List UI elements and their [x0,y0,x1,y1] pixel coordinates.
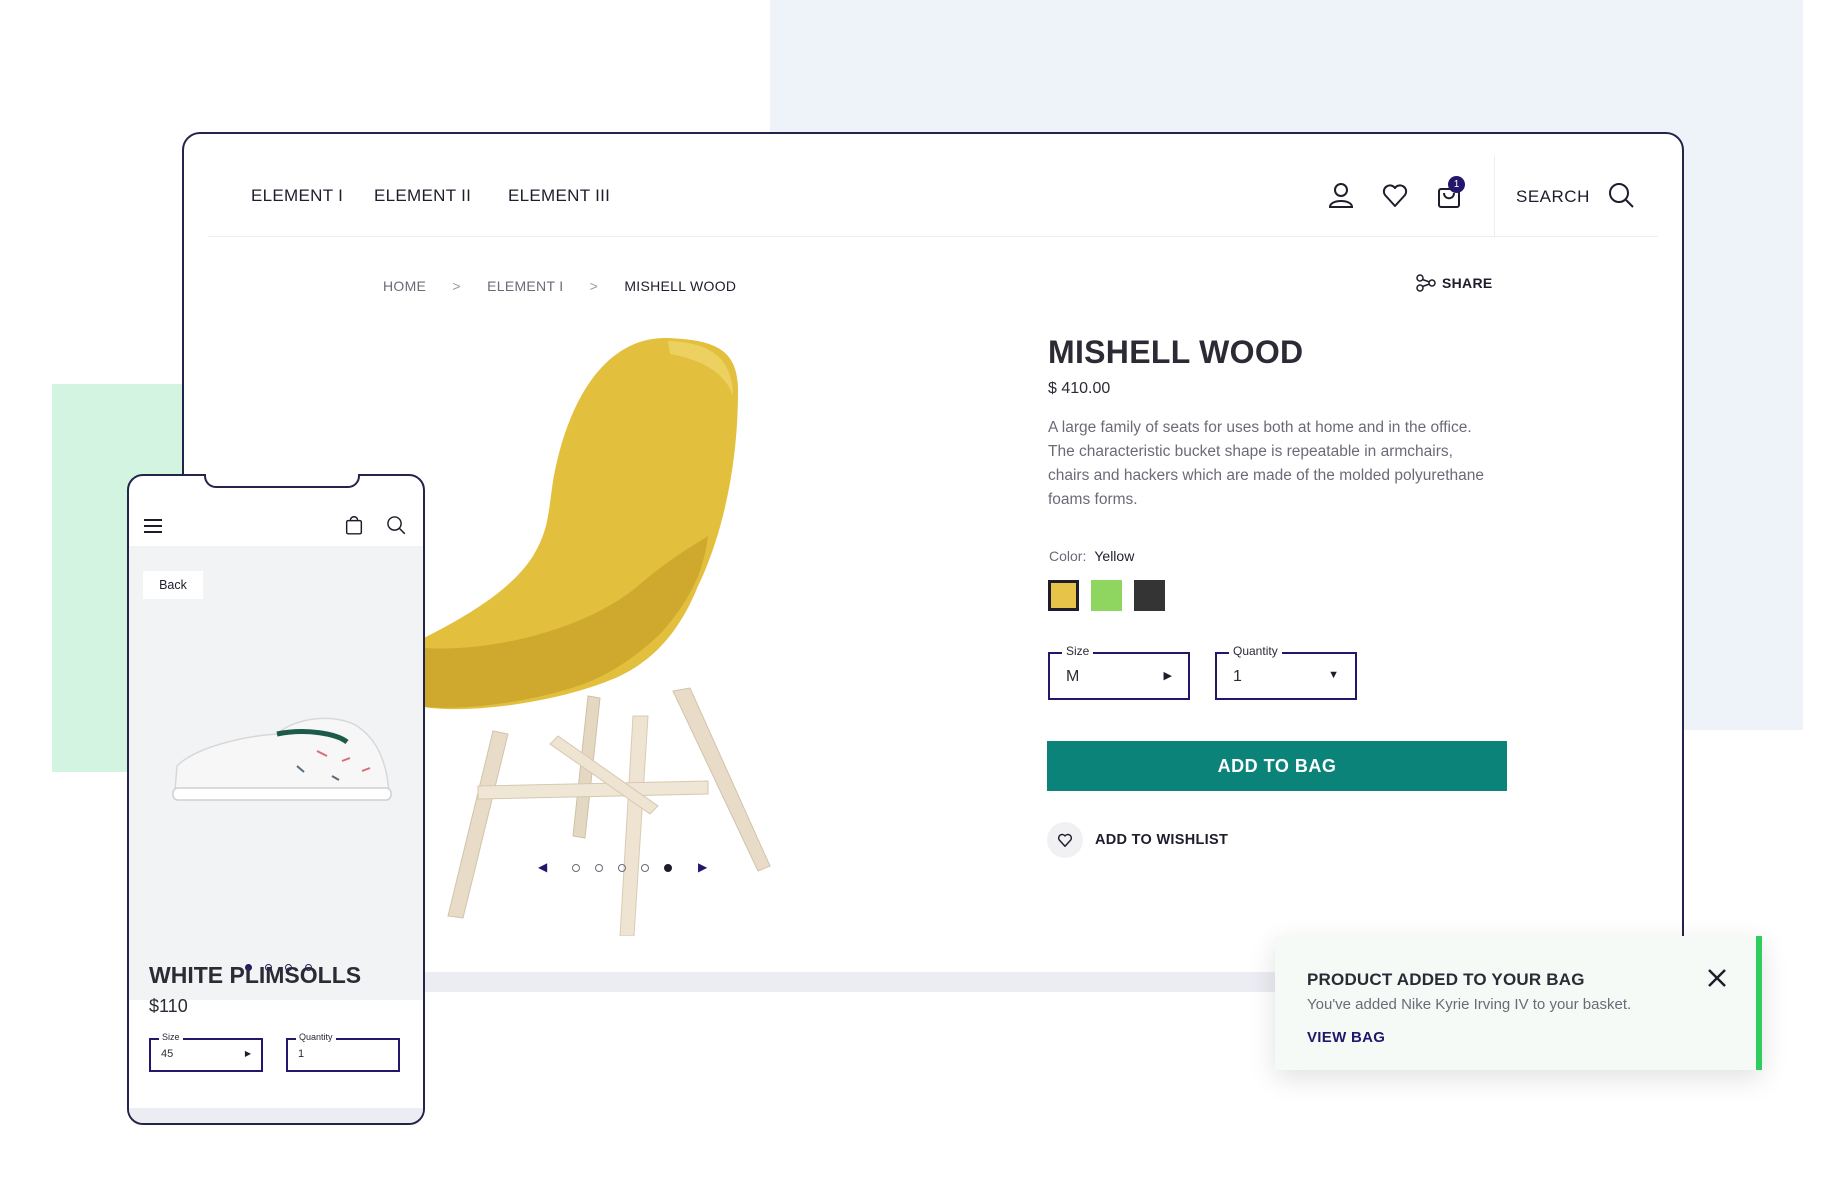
carousel-dot[interactable] [595,864,603,872]
breadcrumb-separator: > [452,278,461,294]
caret-right-icon: ▶ [1163,670,1172,682]
color-swatch-yellow[interactable] [1048,580,1079,611]
carousel-dot[interactable] [572,864,580,872]
search-icon[interactable] [385,514,407,536]
view-bag-link[interactable]: VIEW BAG [1307,1029,1385,1046]
nav-item-element-1[interactable]: ELEMENT I [251,186,343,206]
quantity-label: Quantity [1229,644,1282,658]
toast-message: You've added Nike Kyrie Irving IV to you… [1307,996,1632,1013]
color-selection-label: Color: Yellow [1049,548,1134,564]
mobile-size-select[interactable]: Size 45 ▶ [149,1032,263,1072]
size-value: M [1066,668,1080,685]
toast-success-bar [1756,936,1762,1070]
breadcrumb-home[interactable]: HOME [383,278,426,294]
add-to-bag-button[interactable]: ADD TO BAG [1047,741,1507,791]
search-icon[interactable] [1606,180,1636,210]
share-label: SHARE [1442,275,1493,291]
mobile-quantity-value: 1 [298,1048,305,1060]
breadcrumb-element-1[interactable]: ELEMENT I [487,278,563,294]
mobile-size-label: Size [159,1032,183,1042]
image-carousel-controls: ◀ ▶ [538,858,778,880]
chevron-down-icon: ▼ [1328,669,1339,681]
bag-icon[interactable] [343,514,365,536]
back-button[interactable]: Back [143,571,203,599]
hamburger-menu-icon[interactable] [143,518,163,534]
nav-item-element-3[interactable]: ELEMENT III [508,186,610,206]
carousel-next-arrow[interactable]: ▶ [698,860,707,874]
nav-divider [1494,156,1495,236]
mobile-size-value: 45 [161,1048,174,1060]
toast-title: PRODUCT ADDED TO YOUR BAG [1307,970,1585,989]
search-label[interactable]: SEARCH [1516,187,1590,207]
carousel-dot[interactable] [618,864,626,872]
user-icon[interactable] [1326,180,1356,210]
quantity-select[interactable]: Quantity 1 ▼ [1215,644,1357,700]
close-icon[interactable] [1705,966,1729,990]
mobile-product-image-area: Back [129,546,423,1000]
added-to-bag-toast: PRODUCT ADDED TO YOUR BAG You've added N… [1275,936,1762,1070]
cart-count-badge: 1 [1448,176,1465,193]
size-select[interactable]: Size M ▶ [1048,644,1190,700]
mobile-phone-frame: Back WHITE PLIMSOLLS $110 Size 45 ▶ Quan… [127,474,425,1125]
carousel-dot[interactable] [641,864,649,872]
product-description: A large family of seats for uses both at… [1048,419,1484,508]
top-navigation: ELEMENT I ELEMENT II ELEMENT III 1 SEARC… [208,156,1658,237]
share-icon [1416,274,1436,292]
color-label: Color: [1049,548,1087,564]
heart-icon[interactable] [1380,180,1410,210]
carousel-dot-active[interactable] [664,864,672,872]
mobile-bottom-bar [129,1108,423,1123]
mobile-quantity-label: Quantity [296,1032,336,1042]
white-plimsoll-image [172,717,392,801]
product-title: MISHELL WOOD [1048,334,1304,370]
wishlist-icon-circle [1047,822,1083,858]
phone-notch [204,474,360,488]
share-button[interactable]: SHARE [1416,274,1493,292]
mobile-product-title: WHITE PLIMSOLLS [149,962,362,988]
quantity-value: 1 [1233,668,1242,685]
product-price: $ 410.00 [1048,380,1111,397]
size-label: Size [1062,644,1094,658]
breadcrumb-separator: > [589,278,599,294]
mobile-quantity-select[interactable]: Quantity 1 [286,1032,400,1072]
color-swatch-dark[interactable] [1134,580,1165,611]
color-value: Yellow [1094,548,1135,564]
chair-legs [447,687,771,936]
add-to-wishlist-button[interactable]: ADD TO WISHLIST [1047,822,1228,858]
mobile-product-price: $110 [149,996,188,1016]
chair-product-image [408,337,771,936]
nav-item-element-2[interactable]: ELEMENT II [374,186,471,206]
add-to-wishlist-label: ADD TO WISHLIST [1095,832,1229,848]
desktop-screen: ELEMENT I ELEMENT II ELEMENT III 1 SEARC… [208,156,1658,972]
color-swatch-green[interactable] [1091,580,1122,611]
carousel-prev-arrow[interactable]: ◀ [538,860,547,874]
caret-right-icon: ▶ [244,1049,251,1058]
breadcrumb: HOME > ELEMENT I > MISHELL WOOD [383,278,758,294]
breadcrumb-current: MISHELL WOOD [624,278,737,294]
heart-icon [1057,833,1073,847]
